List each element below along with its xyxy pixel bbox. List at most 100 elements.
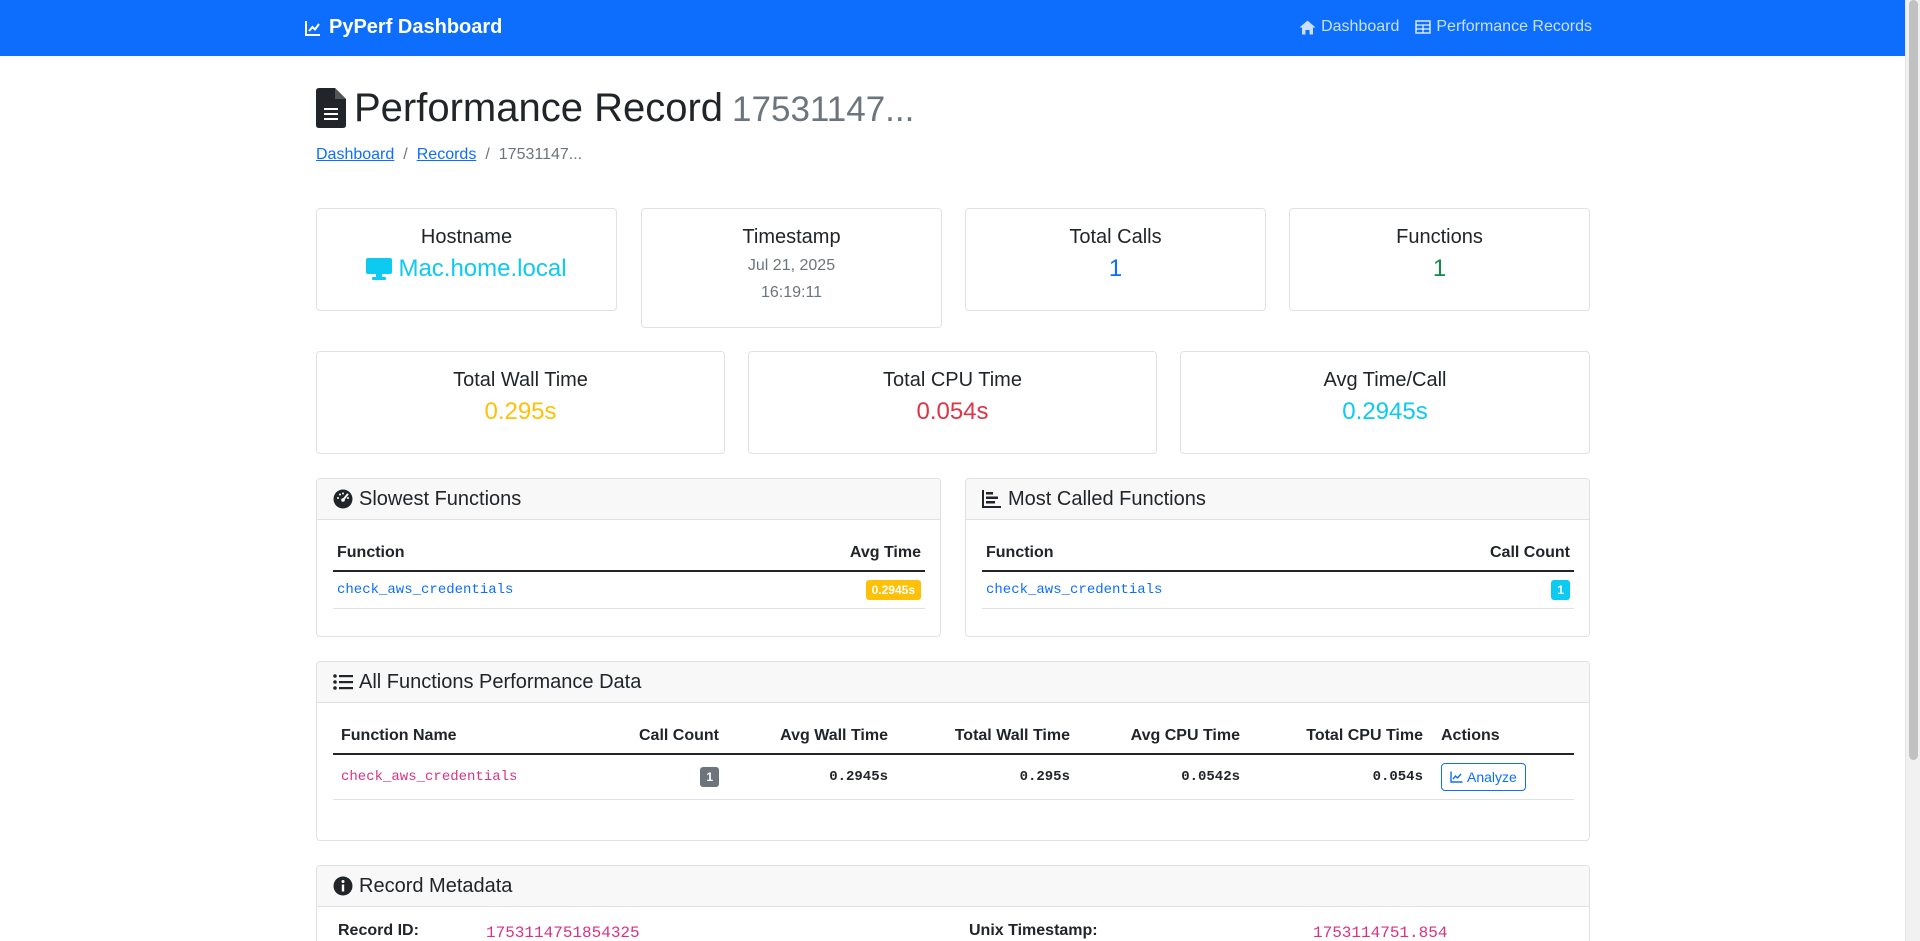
breadcrumb-records[interactable]: Records: [417, 146, 477, 164]
column-header: Actions: [1427, 719, 1574, 755]
desktop-icon: [366, 258, 393, 280]
file-icon: [316, 88, 346, 128]
record-id-label: Record ID:: [338, 922, 419, 939]
total-cpu-time: 0.054s: [1244, 754, 1427, 800]
hostname-card: Hostname Mac.home.local: [316, 208, 617, 311]
table-header-row: Function Call Count: [982, 536, 1574, 572]
total-wall-time-label: Total Wall Time: [453, 369, 588, 391]
functions-label: Functions: [1396, 226, 1483, 248]
function-name[interactable]: check_aws_credentials: [982, 571, 1383, 609]
analyze-label: Analyze: [1467, 769, 1517, 785]
chart-line-icon: [1450, 771, 1463, 783]
call-count-cell: 1: [613, 754, 723, 800]
record-metadata-header: Record Metadata: [317, 866, 1589, 907]
slowest-functions-table: Function Avg Time check_aws_credentials …: [333, 536, 925, 609]
total-cpu-time-value: 0.054s: [916, 398, 989, 425]
nav-dashboard-link[interactable]: Dashboard: [1299, 18, 1399, 36]
avg-time-call-card: Avg Time/Call 0.2945s: [1180, 351, 1590, 454]
all-functions-panel: All Functions Performance Data Function …: [316, 661, 1590, 841]
brand-link[interactable]: PyPerf Dashboard: [304, 16, 502, 39]
info-circle-icon: [333, 876, 353, 896]
call-count-badge: 1: [700, 767, 719, 787]
breadcrumb-current: 17531147...: [498, 146, 583, 163]
avg-time-call-label: Avg Time/Call: [1323, 369, 1447, 391]
column-header: Function: [982, 536, 1383, 572]
breadcrumb: Dashboard / Records / 17531147...: [316, 146, 582, 164]
most-called-functions-table: Function Call Count check_aws_credential…: [982, 536, 1574, 609]
avg-time-cell: 0.2945s: [747, 571, 925, 609]
timestamp-label: Timestamp: [742, 226, 841, 248]
chart-line-icon: [305, 20, 320, 36]
column-header: Total Wall Time: [892, 719, 1074, 755]
list-icon: [333, 674, 353, 690]
page-title-text: Performance Record: [354, 86, 724, 130]
brand-label: PyPerf Dashboard: [329, 16, 503, 38]
function-name[interactable]: check_aws_credentials: [333, 571, 748, 609]
functions-card: Functions 1: [1289, 208, 1590, 311]
column-header: Avg Time: [747, 536, 925, 572]
page-title: Performance Record 17531147...: [316, 82, 914, 134]
most-called-functions-panel: Most Called Functions Function Call Coun…: [965, 478, 1590, 637]
call-count-badge: 1: [1551, 580, 1570, 600]
breadcrumb-separator: /: [485, 146, 490, 163]
timestamp-date: Jul 21, 2025: [747, 257, 836, 274]
all-functions-header: All Functions Performance Data: [317, 662, 1589, 703]
column-header: Total CPU Time: [1244, 719, 1427, 755]
home-icon: [1299, 20, 1316, 34]
avg-time-badge: 0.2945s: [865, 580, 921, 600]
actions-cell: Analyze: [1427, 754, 1574, 800]
breadcrumb-dashboard[interactable]: Dashboard: [316, 146, 394, 164]
column-header: Call Count: [613, 719, 723, 755]
nav-dashboard-label: Dashboard: [1321, 18, 1400, 35]
table-row: check_aws_credentials 1 0.2945s 0.295s 0…: [333, 754, 1574, 800]
functions-value: 1: [1432, 255, 1447, 282]
hostname-value-row: Mac.home.local: [317, 255, 616, 283]
nav-records-label: Performance Records: [1436, 18, 1592, 35]
table-header-row: Function Avg Time: [333, 536, 925, 572]
timestamp-card: Timestamp Jul 21, 2025 16:19:11: [641, 208, 942, 328]
table-header-row: Function Name Call Count Avg Wall Time T…: [333, 719, 1574, 755]
total-wall-time-card: Total Wall Time 0.295s: [316, 351, 725, 454]
column-header: Avg Wall Time: [723, 719, 892, 755]
column-header: Function: [333, 536, 748, 572]
slowest-functions-title: Slowest Functions: [359, 487, 522, 510]
column-header: Function Name: [333, 719, 613, 755]
total-calls-label: Total Calls: [1069, 226, 1162, 248]
hostname-value: Mac.home.local: [398, 255, 567, 282]
total-calls-value: 1: [1108, 255, 1123, 282]
timestamp-time: 16:19:11: [760, 284, 823, 301]
record-metadata-title: Record Metadata: [359, 874, 513, 897]
bar-chart-icon: [982, 490, 1001, 508]
page-scrollbar[interactable]: [1905, 0, 1920, 941]
speedometer-icon: [333, 489, 353, 509]
slowest-functions-header: Slowest Functions: [317, 479, 940, 520]
unix-timestamp-label: Unix Timestamp:: [969, 922, 1098, 939]
page-subtitle: 17531147...: [732, 90, 915, 129]
function-name: check_aws_credentials: [333, 754, 613, 800]
table-icon: [1415, 20, 1432, 34]
total-calls-card: Total Calls 1: [965, 208, 1266, 311]
avg-wall-time: 0.2945s: [723, 754, 892, 800]
avg-time-call-value: 0.2945s: [1342, 398, 1428, 425]
analyze-button[interactable]: Analyze: [1441, 763, 1526, 791]
record-id-value: 1753114751854325: [486, 924, 640, 941]
most-called-functions-title: Most Called Functions: [1008, 487, 1206, 510]
avg-cpu-time: 0.0542s: [1074, 754, 1244, 800]
scrollbar-thumb[interactable]: [1909, 0, 1918, 760]
table-row: check_aws_credentials 1: [982, 571, 1574, 609]
breadcrumb-separator: /: [403, 146, 408, 163]
total-wall-time: 0.295s: [892, 754, 1074, 800]
hostname-label: Hostname: [420, 226, 513, 248]
total-cpu-time-label: Total CPU Time: [883, 369, 1022, 391]
record-metadata-panel: Record Metadata Record ID: 1753114751854…: [316, 865, 1590, 941]
nav-records-link[interactable]: Performance Records: [1415, 18, 1592, 36]
total-cpu-time-card: Total CPU Time 0.054s: [748, 351, 1157, 454]
top-navbar: PyPerf Dashboard Dashboard Performance R…: [0, 0, 1905, 56]
total-wall-time-value: 0.295s: [484, 398, 557, 425]
call-count-cell: 1: [1382, 571, 1574, 609]
slowest-functions-panel: Slowest Functions Function Avg Time chec…: [316, 478, 941, 637]
table-row: check_aws_credentials 0.2945s: [333, 571, 925, 609]
column-header: Avg CPU Time: [1074, 719, 1244, 755]
all-functions-table: Function Name Call Count Avg Wall Time T…: [333, 719, 1574, 800]
unix-timestamp-value: 1753114751.854: [1313, 924, 1448, 941]
